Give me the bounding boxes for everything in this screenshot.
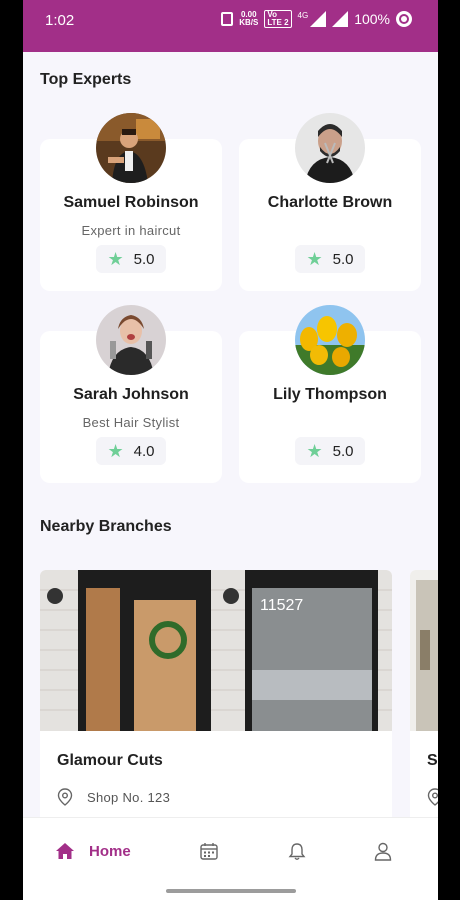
expert-name: Sarah Johnson: [73, 386, 189, 403]
network-type: 4G: [297, 10, 309, 20]
expert-card[interactable]: Charlotte Brown ★ 5.0: [239, 113, 421, 291]
storefront-image-icon: 11527: [40, 570, 392, 731]
avatar: [295, 305, 365, 375]
tulips-photo-icon: [295, 305, 365, 375]
expert-role: Best Hair Stylist: [82, 415, 180, 430]
home-indicator[interactable]: [166, 889, 296, 893]
rating-value: 5.0: [332, 442, 354, 460]
barber-scissors-photo-icon: [295, 113, 365, 183]
star-icon: ★: [306, 249, 323, 269]
expert-name: Samuel Robinson: [63, 194, 199, 211]
signal-icon-2: [332, 11, 349, 27]
star-icon: ★: [107, 441, 124, 461]
expert-card[interactable]: Sarah Johnson Best Hair Stylist ★ 4.0: [40, 305, 222, 483]
volte-bottom: LTE 2: [267, 18, 289, 27]
avatar: [96, 113, 166, 183]
branch-card[interactable]: S: [410, 570, 438, 830]
net-speed: 0.00 KB/S: [239, 11, 258, 27]
storefront-number: 11527: [260, 597, 303, 614]
battery-text: 100%: [354, 11, 390, 27]
battery-ring-icon: [396, 11, 412, 27]
rating-badge: ★ 5.0: [295, 437, 365, 465]
branch-card[interactable]: 11527 Glamour Cuts Shop No. 123: [40, 570, 392, 830]
bell-icon[interactable]: [288, 842, 306, 861]
rating-value: 5.0: [332, 250, 354, 268]
avatar: [96, 305, 166, 375]
expert-role: Expert in haircut: [81, 223, 181, 238]
rating-value: 4.0: [133, 442, 155, 460]
app-screen: 1:02 0.00 KB/S Vo LTE 2 4G 100% Top Expe…: [23, 0, 438, 900]
barber-photo-icon: [96, 113, 166, 183]
status-icons: 0.00 KB/S Vo LTE 2 4G 100%: [221, 10, 412, 28]
nav-item-home[interactable]: Home: [55, 842, 131, 860]
status-bar: 1:02 0.00 KB/S Vo LTE 2 4G 100%: [23, 0, 438, 52]
rating-badge: ★ 5.0: [96, 245, 166, 273]
star-icon: ★: [306, 441, 323, 461]
stylist-photo-icon: [96, 305, 166, 375]
signal-icon: [310, 11, 327, 27]
branch-name: Glamour Cuts: [57, 752, 163, 769]
rating-value: 5.0: [133, 250, 155, 268]
avatar: [295, 113, 365, 183]
branch-name: S: [427, 752, 438, 769]
nav-home-label: Home: [89, 842, 131, 860]
profile-icon[interactable]: [374, 842, 392, 861]
bottom-nav: Home: [23, 817, 438, 900]
location-pin-icon: [57, 788, 73, 806]
vibrate-icon: [221, 12, 234, 26]
storefront-image-icon: [410, 570, 438, 731]
calendar-icon[interactable]: [200, 842, 218, 860]
expert-card[interactable]: Samuel Robinson Expert in haircut ★ 5.0: [40, 113, 222, 291]
rating-badge: ★ 5.0: [295, 245, 365, 273]
rating-badge: ★ 4.0: [96, 437, 166, 465]
volte-icon: Vo LTE 2: [264, 10, 292, 28]
home-icon: [56, 843, 74, 859]
section-title-nearby-branches: Nearby Branches: [40, 518, 172, 535]
branch-address: Shop No. 123: [87, 790, 171, 805]
expert-name: Charlotte Brown: [267, 194, 393, 211]
net-speed-unit: KB/S: [239, 18, 259, 27]
star-icon: ★: [107, 249, 124, 269]
expert-card[interactable]: Lily Thompson ★ 5.0: [239, 305, 421, 483]
status-time: 1:02: [45, 12, 75, 29]
expert-name: Lily Thompson: [273, 386, 387, 403]
section-title-top-experts: Top Experts: [40, 71, 132, 88]
location-pin-icon: [427, 788, 438, 806]
